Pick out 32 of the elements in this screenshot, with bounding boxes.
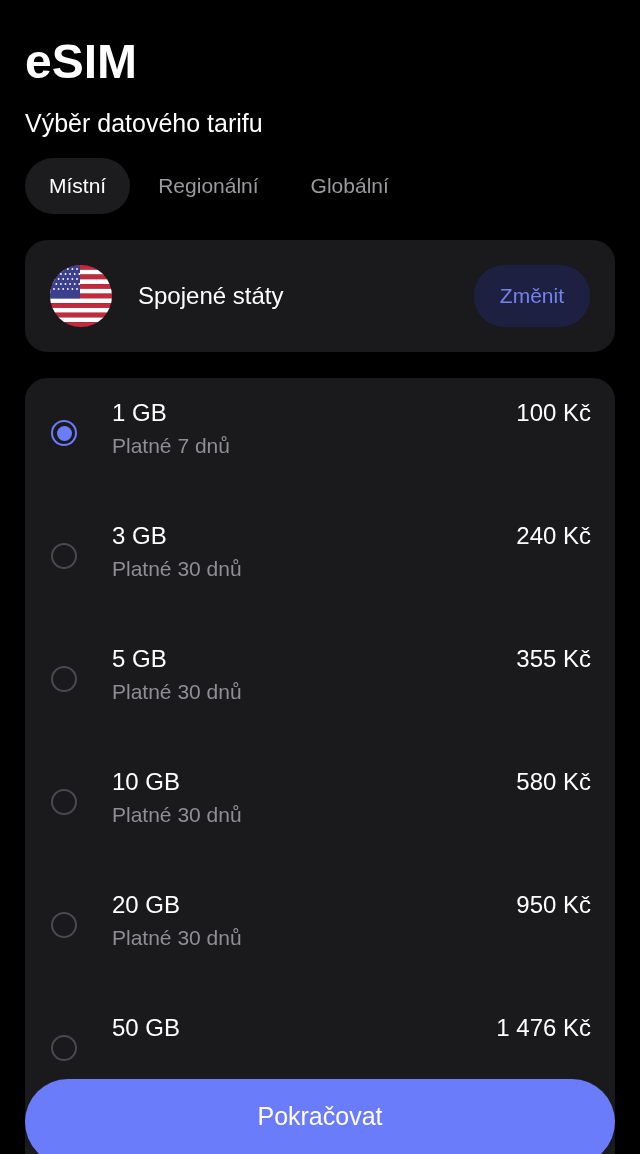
region-tab[interactable]: Místní [25, 158, 131, 214]
plan-price: 100 Kč [516, 398, 591, 428]
plan-validity: Platné 30 dnů [112, 926, 243, 950]
radio-button[interactable] [51, 666, 77, 692]
plan-data: 3 GB [112, 521, 168, 551]
plan-validity: Platné 7 dnů [112, 434, 231, 458]
plan-data: 5 GB [112, 644, 168, 674]
plan-data: 20 GB [112, 890, 182, 920]
country-name: Spojené státy [138, 282, 285, 310]
flag-icon [50, 265, 112, 327]
plan-data: 1 GB [112, 398, 168, 428]
radio-button[interactable] [51, 543, 77, 569]
plan-data: 50 GB [112, 1013, 182, 1043]
plan-price: 950 Kč [516, 890, 591, 920]
region-tab[interactable]: Regionální [134, 158, 283, 214]
radio-button[interactable] [51, 789, 77, 815]
continue-button[interactable]: Pokračovat [25, 1079, 615, 1154]
radio-button[interactable] [51, 912, 77, 938]
plan-price: 355 Kč [516, 644, 591, 674]
radio-button[interactable] [51, 1035, 77, 1061]
plan-price: 580 Kč [516, 767, 591, 797]
radio-button[interactable] [51, 420, 77, 446]
page-title: eSIM [25, 34, 139, 90]
region-tab[interactable]: Globální [286, 158, 413, 214]
plan-price: 240 Kč [516, 521, 591, 551]
plan-data: 10 GB [112, 767, 182, 797]
change-button[interactable]: Změnit [473, 265, 590, 327]
plan-validity: Platné 30 dnů [112, 680, 243, 704]
page-subtitle: Výběr datového tarifu [25, 108, 264, 138]
plan-validity: Platné 30 dnů [112, 803, 243, 827]
plan-price: 1 476 Kč [496, 1013, 591, 1043]
plan-validity: Platné 30 dnů [112, 557, 243, 581]
